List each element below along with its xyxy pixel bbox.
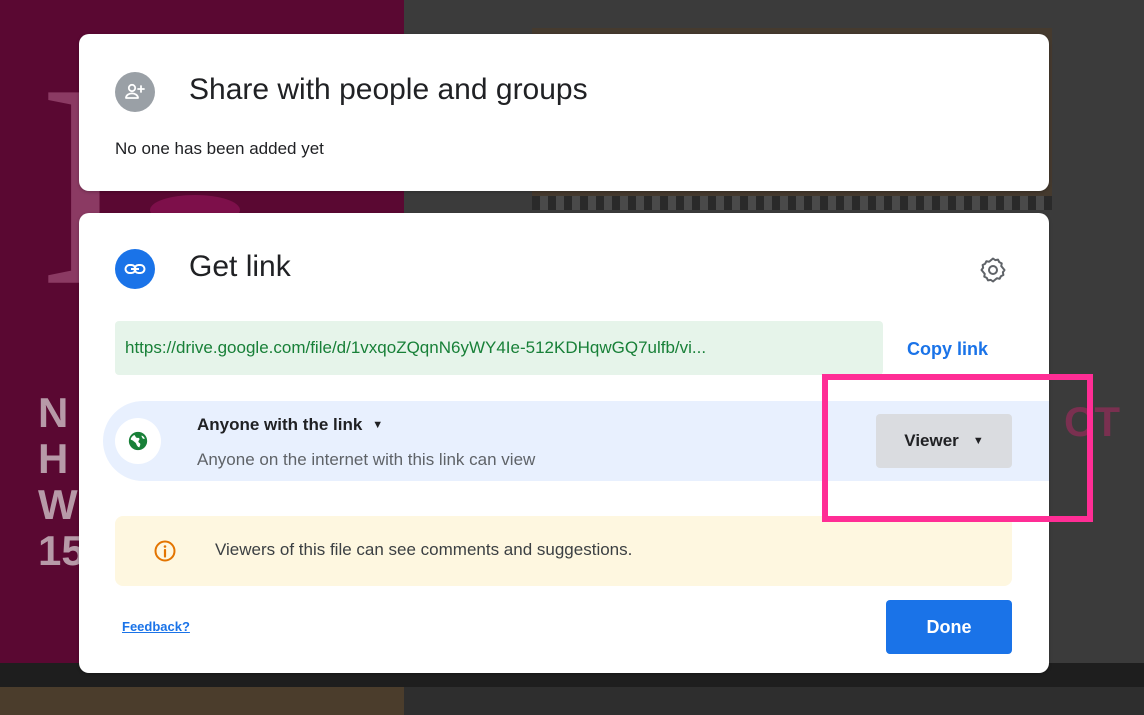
get-link-title: Get link — [189, 250, 291, 283]
access-level-dropdown[interactable]: Anyone with the link ▼ — [197, 415, 383, 435]
background-pattern — [532, 196, 1052, 210]
notice-text: Viewers of this file can see comments an… — [215, 540, 633, 559]
share-subtitle: No one has been added yet — [115, 139, 324, 158]
done-button[interactable]: Done — [886, 600, 1012, 654]
share-url-field[interactable]: https://drive.google.com/file/d/1vxqoZQq… — [115, 321, 883, 375]
share-card: Share with people and groups No one has … — [79, 34, 1049, 191]
access-level-label: Anyone with the link — [197, 415, 363, 434]
link-icon — [115, 249, 155, 289]
general-access-row: Anyone with the link ▼ Anyone on the int… — [103, 401, 1049, 481]
feedback-link[interactable]: Feedback? — [122, 619, 190, 634]
role-dropdown-button[interactable]: Viewer ▼ — [876, 414, 1012, 468]
globe-icon — [115, 418, 161, 464]
background-photo-left — [0, 687, 404, 715]
background-right-letters: CT — [1064, 398, 1120, 445]
copy-link-button[interactable]: Copy link — [907, 339, 988, 360]
access-description: Anyone on the internet with this link ca… — [197, 450, 536, 469]
share-title: Share with people and groups — [189, 73, 588, 106]
chevron-down-icon: ▼ — [372, 419, 384, 431]
person-add-icon — [115, 72, 155, 112]
gear-icon[interactable] — [977, 254, 1009, 286]
background-photo-right — [404, 687, 1144, 715]
comments-notice: Viewers of this file can see comments an… — [115, 516, 1012, 586]
get-link-card: Get link https://drive.google.com/file/d… — [79, 213, 1049, 673]
info-icon — [153, 539, 177, 563]
role-label: Viewer — [904, 431, 959, 450]
share-url-text: https://drive.google.com/file/d/1vxqoZQq… — [125, 338, 707, 357]
chevron-down-icon: ▼ — [972, 435, 984, 447]
